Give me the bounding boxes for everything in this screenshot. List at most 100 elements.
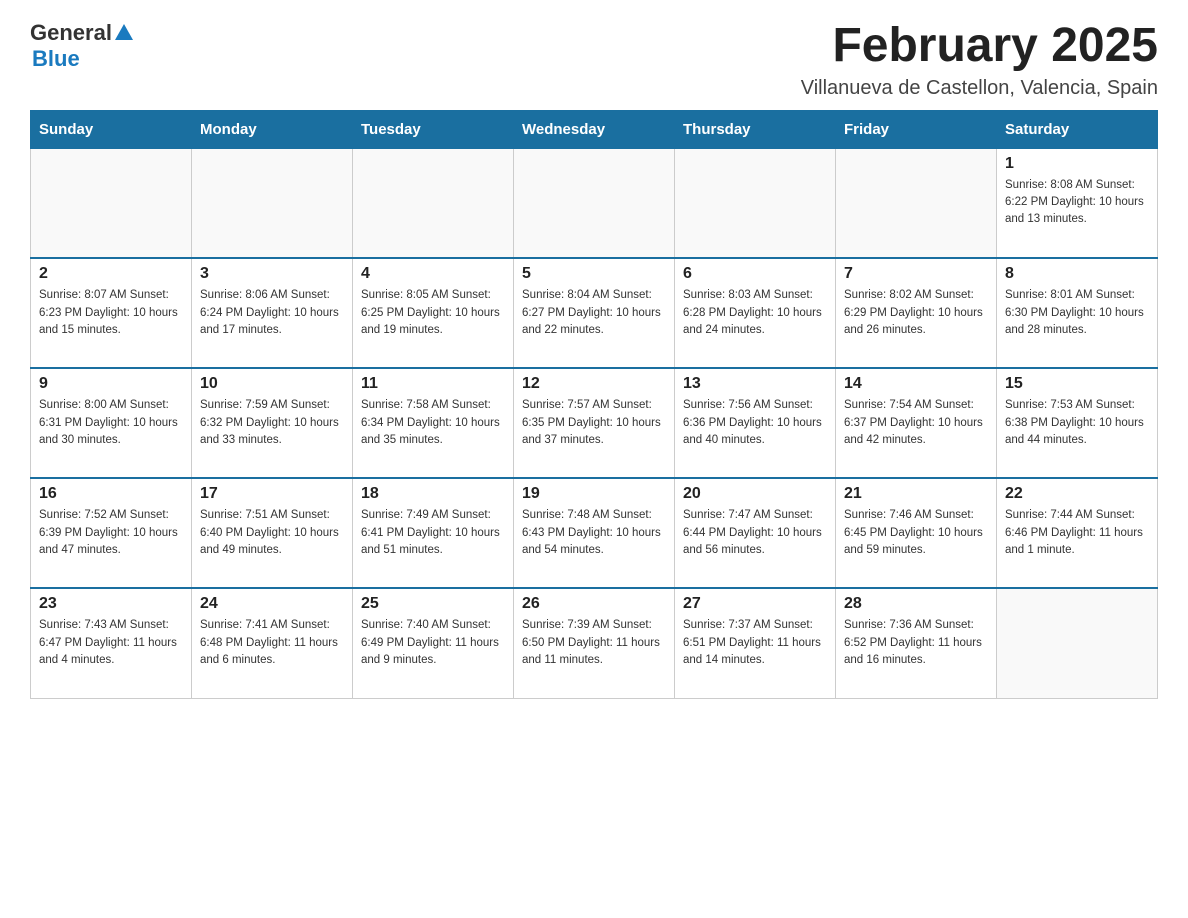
calendar-cell: 1Sunrise: 8:08 AM Sunset: 6:22 PM Daylig… (997, 148, 1158, 258)
day-info: Sunrise: 8:03 AM Sunset: 6:28 PM Dayligh… (683, 287, 827, 339)
day-info: Sunrise: 7:54 AM Sunset: 6:37 PM Dayligh… (844, 397, 988, 449)
month-title: February 2025 (801, 20, 1158, 73)
calendar-cell: 7 Sunrise: 8:02 AM Sunset: 6:29 PM Daylig… (836, 258, 997, 368)
calendar-table: SundayMondayTuesdayWednesdayThursdayFrid… (30, 110, 1158, 699)
day-number: 5 (522, 265, 666, 283)
day-number: 14 (844, 375, 988, 393)
calendar-cell: 18Sunrise: 7:49 AM Sunset: 6:41 PM Dayli… (353, 478, 514, 588)
day-number: 10 (200, 375, 344, 393)
day-number: 7 (844, 265, 988, 283)
calendar-week-row: 9 Sunrise: 8:00 AM Sunset: 6:31 PM Daylig… (31, 368, 1158, 478)
calendar-cell: 9 Sunrise: 8:00 AM Sunset: 6:31 PM Daylig… (31, 368, 192, 478)
calendar-cell: 15 Sunrise: 7:53 AM Sunset: 6:38 PM Dayli… (997, 368, 1158, 478)
day-info: Sunrise: 7:58 AM Sunset: 6:34 PM Dayligh… (361, 397, 505, 449)
day-number: 8 (1005, 265, 1149, 283)
day-info: Sunrise: 7:43 AM Sunset: 6:47 PM Dayligh… (39, 617, 183, 669)
title-section: February 2025 Villanueva de Castellon, V… (801, 20, 1158, 100)
calendar-cell: 3 Sunrise: 8:06 AM Sunset: 6:24 PM Daylig… (192, 258, 353, 368)
calendar-cell: 6 Sunrise: 8:03 AM Sunset: 6:28 PM Daylig… (675, 258, 836, 368)
day-info: Sunrise: 7:39 AM Sunset: 6:50 PM Dayligh… (522, 617, 666, 669)
logo-triangle-icon (115, 24, 133, 40)
day-number: 24 (200, 595, 344, 613)
day-number: 4 (361, 265, 505, 283)
column-header-monday: Monday (192, 110, 353, 148)
day-info: Sunrise: 7:56 AM Sunset: 6:36 PM Dayligh… (683, 397, 827, 449)
column-header-tuesday: Tuesday (353, 110, 514, 148)
calendar-cell (192, 148, 353, 258)
day-info: Sunrise: 7:51 AM Sunset: 6:40 PM Dayligh… (200, 507, 344, 559)
day-number: 2 (39, 265, 183, 283)
day-number: 20 (683, 485, 827, 503)
day-info: Sunrise: 7:40 AM Sunset: 6:49 PM Dayligh… (361, 617, 505, 669)
calendar-cell (997, 588, 1158, 698)
day-number: 19 (522, 485, 666, 503)
day-number: 16 (39, 485, 183, 503)
day-info: Sunrise: 8:08 AM Sunset: 6:22 PM Dayligh… (1005, 177, 1149, 229)
day-number: 13 (683, 375, 827, 393)
day-number: 15 (1005, 375, 1149, 393)
calendar-cell: 14 Sunrise: 7:54 AM Sunset: 6:37 PM Dayli… (836, 368, 997, 478)
day-number: 17 (200, 485, 344, 503)
column-header-saturday: Saturday (997, 110, 1158, 148)
calendar-cell: 5Sunrise: 8:04 AM Sunset: 6:27 PM Daylig… (514, 258, 675, 368)
day-number: 11 (361, 375, 505, 393)
day-number: 23 (39, 595, 183, 613)
day-info: Sunrise: 7:36 AM Sunset: 6:52 PM Dayligh… (844, 617, 988, 669)
calendar-cell (514, 148, 675, 258)
day-number: 3 (200, 265, 344, 283)
day-number: 12 (522, 375, 666, 393)
day-info: Sunrise: 7:57 AM Sunset: 6:35 PM Dayligh… (522, 397, 666, 449)
column-header-thursday: Thursday (675, 110, 836, 148)
day-number: 27 (683, 595, 827, 613)
calendar-header-row: SundayMondayTuesdayWednesdayThursdayFrid… (31, 110, 1158, 148)
calendar-cell: 10 Sunrise: 7:59 AM Sunset: 6:32 PM Dayli… (192, 368, 353, 478)
column-header-sunday: Sunday (31, 110, 192, 148)
calendar-cell: 26Sunrise: 7:39 AM Sunset: 6:50 PM Dayli… (514, 588, 675, 698)
day-info: Sunrise: 7:46 AM Sunset: 6:45 PM Dayligh… (844, 507, 988, 559)
calendar-week-row: 2 Sunrise: 8:07 AM Sunset: 6:23 PM Daylig… (31, 258, 1158, 368)
day-info: Sunrise: 8:01 AM Sunset: 6:30 PM Dayligh… (1005, 287, 1149, 339)
day-info: Sunrise: 7:37 AM Sunset: 6:51 PM Dayligh… (683, 617, 827, 669)
calendar-cell: 25Sunrise: 7:40 AM Sunset: 6:49 PM Dayli… (353, 588, 514, 698)
day-info: Sunrise: 8:05 AM Sunset: 6:25 PM Dayligh… (361, 287, 505, 339)
calendar-week-row: 16 Sunrise: 7:52 AM Sunset: 6:39 PM Dayli… (31, 478, 1158, 588)
column-header-wednesday: Wednesday (514, 110, 675, 148)
calendar-cell: 20Sunrise: 7:47 AM Sunset: 6:44 PM Dayli… (675, 478, 836, 588)
day-info: Sunrise: 7:59 AM Sunset: 6:32 PM Dayligh… (200, 397, 344, 449)
day-number: 21 (844, 485, 988, 503)
calendar-cell: 28 Sunrise: 7:36 AM Sunset: 6:52 PM Dayli… (836, 588, 997, 698)
calendar-cell: 16 Sunrise: 7:52 AM Sunset: 6:39 PM Dayli… (31, 478, 192, 588)
day-info: Sunrise: 8:00 AM Sunset: 6:31 PM Dayligh… (39, 397, 183, 449)
day-info: Sunrise: 8:06 AM Sunset: 6:24 PM Dayligh… (200, 287, 344, 339)
day-number: 6 (683, 265, 827, 283)
calendar-cell: 24 Sunrise: 7:41 AM Sunset: 6:48 PM Dayli… (192, 588, 353, 698)
calendar-cell (353, 148, 514, 258)
calendar-cell: 23 Sunrise: 7:43 AM Sunset: 6:47 PM Dayli… (31, 588, 192, 698)
column-header-friday: Friday (836, 110, 997, 148)
day-info: Sunrise: 7:48 AM Sunset: 6:43 PM Dayligh… (522, 507, 666, 559)
day-info: Sunrise: 7:53 AM Sunset: 6:38 PM Dayligh… (1005, 397, 1149, 449)
calendar-cell: 2 Sunrise: 8:07 AM Sunset: 6:23 PM Daylig… (31, 258, 192, 368)
day-number: 9 (39, 375, 183, 393)
day-info: Sunrise: 8:02 AM Sunset: 6:29 PM Dayligh… (844, 287, 988, 339)
day-info: Sunrise: 7:41 AM Sunset: 6:48 PM Dayligh… (200, 617, 344, 669)
calendar-cell (836, 148, 997, 258)
calendar-cell: 12 Sunrise: 7:57 AM Sunset: 6:35 PM Dayli… (514, 368, 675, 478)
calendar-cell: 17 Sunrise: 7:51 AM Sunset: 6:40 PM Dayli… (192, 478, 353, 588)
page-header: General Blue February 2025 Villanueva de… (30, 20, 1158, 100)
calendar-cell: 8 Sunrise: 8:01 AM Sunset: 6:30 PM Daylig… (997, 258, 1158, 368)
calendar-cell: 19 Sunrise: 7:48 AM Sunset: 6:43 PM Dayli… (514, 478, 675, 588)
logo-blue: Blue (32, 46, 80, 72)
calendar-cell: 21 Sunrise: 7:46 AM Sunset: 6:45 PM Dayli… (836, 478, 997, 588)
calendar-cell: 4 Sunrise: 8:05 AM Sunset: 6:25 PM Daylig… (353, 258, 514, 368)
day-info: Sunrise: 8:07 AM Sunset: 6:23 PM Dayligh… (39, 287, 183, 339)
logo: General Blue (30, 20, 133, 72)
calendar-cell: 11 Sunrise: 7:58 AM Sunset: 6:34 PM Dayli… (353, 368, 514, 478)
calendar-week-row: 1Sunrise: 8:08 AM Sunset: 6:22 PM Daylig… (31, 148, 1158, 258)
calendar-cell: 27 Sunrise: 7:37 AM Sunset: 6:51 PM Dayli… (675, 588, 836, 698)
day-number: 22 (1005, 485, 1149, 503)
day-info: Sunrise: 7:52 AM Sunset: 6:39 PM Dayligh… (39, 507, 183, 559)
calendar-cell (675, 148, 836, 258)
calendar-cell (31, 148, 192, 258)
day-number: 28 (844, 595, 988, 613)
